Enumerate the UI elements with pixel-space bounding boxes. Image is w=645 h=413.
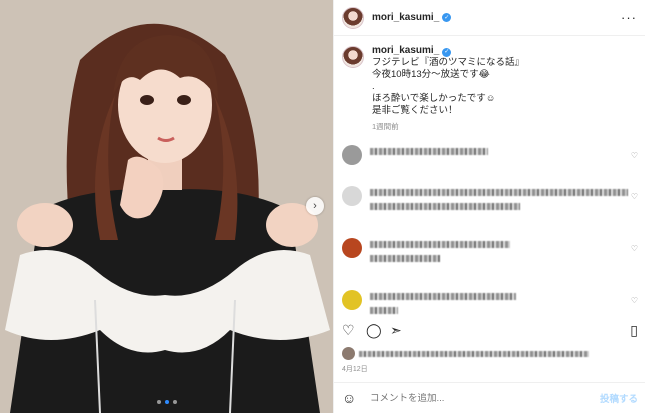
- obscured-comment-text: [370, 255, 440, 262]
- list-item: ♡: [342, 238, 638, 278]
- post-side-panel: mori_kasumi_ ✓ ··· mori_kasumi_ ✓ フジテレビ『酒…: [333, 0, 645, 413]
- heart-icon[interactable]: ♡: [631, 192, 638, 201]
- obscured-comment-text: [370, 203, 520, 210]
- obscured-liked-by-text: [359, 350, 589, 357]
- caption-line: ほろ酔いで楽しかったです☺: [372, 93, 496, 104]
- heart-icon[interactable]: ♡: [631, 296, 638, 305]
- bookmark-icon[interactable]: ▯: [630, 322, 638, 338]
- list-item: ♡: [342, 290, 638, 324]
- post-comment-button[interactable]: 投稿する: [600, 391, 638, 405]
- carousel-dot: [172, 400, 177, 404]
- heart-icon[interactable]: ♡: [631, 244, 638, 253]
- post-actions: ♡ ◯ ➣ ▯: [342, 322, 638, 340]
- carousel-dot: [156, 400, 161, 404]
- post-photo[interactable]: ›: [0, 0, 333, 413]
- comment-bar: ☺ 投稿する: [334, 382, 645, 413]
- list-item: ♡: [342, 186, 638, 226]
- caption-line: フジテレビ『酒のツマミになる話』: [372, 57, 525, 68]
- comment-avatar[interactable]: [342, 186, 362, 206]
- caption-time: 1週間前: [372, 122, 399, 131]
- photo-illustration: [0, 0, 333, 413]
- obscured-comment-text: [370, 241, 510, 248]
- comment-avatar[interactable]: [342, 238, 362, 258]
- carousel-dots: [0, 400, 333, 404]
- comment-icon[interactable]: ◯: [366, 322, 382, 338]
- verified-badge-icon: ✓: [442, 47, 452, 57]
- heart-icon[interactable]: ♡: [631, 151, 638, 160]
- avatar[interactable]: [342, 6, 364, 29]
- caption-line: 今夜10時13分〜放送です😂: [372, 69, 490, 80]
- liker-avatar: [342, 347, 355, 360]
- list-item: ♡: [342, 145, 638, 175]
- header-username[interactable]: mori_kasumi_: [372, 12, 439, 23]
- caption-username[interactable]: mori_kasumi_: [372, 45, 439, 56]
- obscured-comment-text: [370, 148, 488, 155]
- comment-avatar[interactable]: [342, 145, 362, 165]
- obscured-comment-text: [370, 307, 398, 314]
- verified-badge-icon: ✓: [442, 13, 452, 22]
- obscured-comment-text: [370, 189, 628, 196]
- post-date: 4月12日: [342, 366, 368, 373]
- carousel-dot-active: [164, 400, 169, 404]
- caption-line: 是非ご覧ください！: [372, 105, 458, 116]
- comment-avatar[interactable]: [342, 290, 362, 310]
- next-image-arrow-icon[interactable]: ›: [306, 197, 324, 215]
- post-caption: mori_kasumi_ ✓ フジテレビ『酒のツマミになる話』 今夜10時13分〜…: [334, 36, 645, 133]
- emoji-icon[interactable]: ☺: [342, 390, 358, 406]
- heart-icon[interactable]: ♡: [342, 322, 355, 338]
- caption-line: .: [372, 81, 375, 92]
- obscured-comment-text: [370, 293, 516, 300]
- comment-input[interactable]: [370, 392, 600, 404]
- caption-avatar[interactable]: [342, 46, 364, 68]
- share-icon[interactable]: ➣: [390, 322, 402, 338]
- liked-by[interactable]: [342, 347, 589, 360]
- more-horizontal-icon[interactable]: ···: [621, 10, 637, 25]
- post-header: mori_kasumi_ ✓ ···: [334, 0, 645, 36]
